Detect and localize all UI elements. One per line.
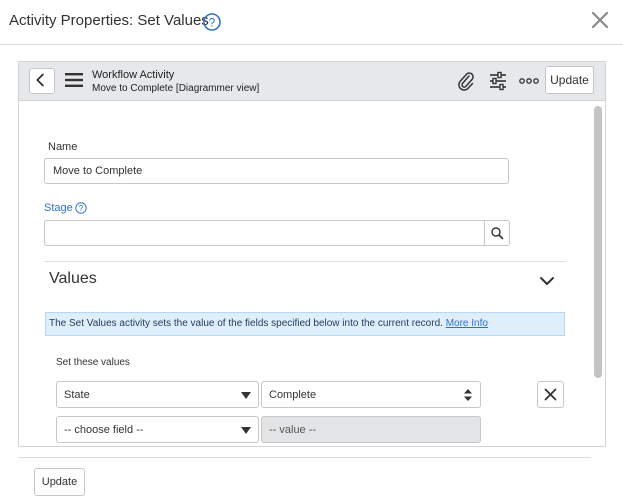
search-icon [491, 227, 504, 240]
svg-text:?: ? [209, 15, 216, 29]
header-update-button[interactable]: Update [545, 66, 594, 94]
dialog-header: Activity Properties: Set Values ? [0, 0, 623, 45]
dropdown-arrow-icon [241, 392, 251, 399]
more-info-link[interactable]: More Info [446, 318, 488, 329]
dropdown-arrow-icon [241, 427, 251, 434]
stage-label[interactable]: Stage [44, 202, 73, 214]
value-field-2-text: -- value -- [269, 424, 317, 436]
name-field[interactable] [44, 158, 509, 184]
dialog-title: Activity Properties: Set Values [9, 12, 209, 29]
stage-field[interactable] [44, 220, 485, 246]
scrollbar-thumb[interactable] [594, 106, 602, 378]
back-button[interactable] [29, 68, 55, 94]
footer-divider [18, 457, 591, 458]
values-section-title: Values [49, 270, 97, 287]
field-select-2[interactable]: -- choose field -- [56, 416, 259, 443]
stage-help-icon[interactable]: ? [75, 202, 87, 214]
header-record: Move to Complete [Diagrammer view] [92, 83, 260, 94]
value-select-1-text: Complete [269, 389, 317, 401]
info-text: The Set Values activity sets the value o… [49, 318, 488, 329]
footer-update-button[interactable]: Update [34, 468, 85, 496]
form-header: Workflow Activity Move to Complete [Diag… [19, 62, 605, 101]
back-icon [36, 73, 44, 87]
sliders-icon[interactable] [488, 71, 508, 91]
more-icon[interactable] [519, 77, 539, 85]
remove-icon [544, 388, 557, 401]
value-field-2: -- value -- [261, 416, 481, 443]
value-select-1[interactable]: Complete [261, 381, 481, 408]
remove-row-button[interactable] [537, 381, 564, 408]
svg-text:?: ? [79, 204, 84, 213]
info-message: The Set Values activity sets the value o… [45, 312, 565, 336]
updown-arrow-icon [464, 389, 472, 401]
close-icon[interactable] [590, 10, 610, 30]
name-label: Name [48, 141, 78, 153]
stage-lookup-button[interactable] [484, 220, 510, 246]
chevron-down-icon[interactable] [538, 272, 556, 290]
header-kind: Workflow Activity [92, 69, 175, 81]
paperclip-icon[interactable] [457, 71, 475, 91]
form-frame: Workflow Activity Move to Complete [Diag… [18, 61, 606, 447]
set-values-label: Set these values [56, 357, 130, 368]
field-select-1-text: State [64, 389, 90, 401]
help-icon[interactable]: ? [203, 13, 221, 31]
field-select-1[interactable]: State [56, 381, 259, 408]
field-select-2-text: -- choose field -- [64, 424, 144, 436]
menu-icon[interactable] [65, 73, 83, 87]
section-divider [44, 261, 566, 262]
